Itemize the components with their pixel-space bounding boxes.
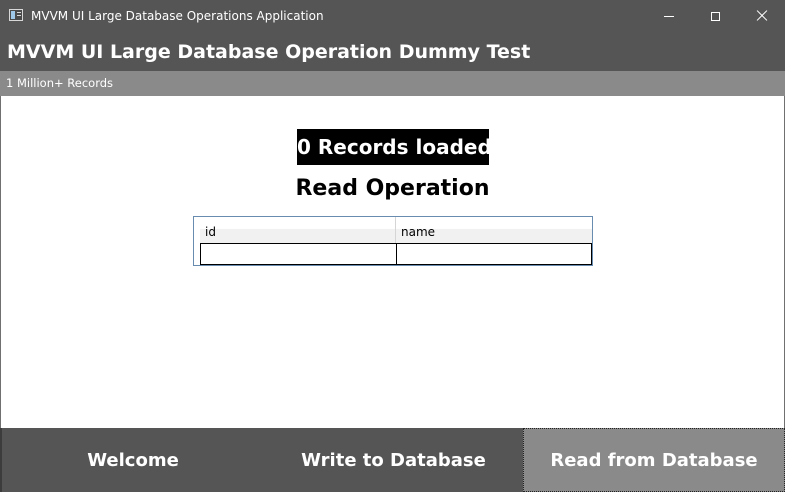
welcome-button[interactable]: Welcome	[0, 428, 264, 492]
read-from-database-button[interactable]: Read from Database	[523, 428, 785, 492]
minimize-button[interactable]	[646, 0, 692, 32]
app-title: MVVM UI Large Database Operation Dummy T…	[7, 41, 531, 63]
app-window-icon	[9, 9, 23, 21]
app-header: MVVM UI Large Database Operation Dummy T…	[0, 32, 785, 71]
records-data-grid[interactable]: id name	[193, 216, 593, 266]
maximize-icon	[710, 11, 720, 21]
column-header-id[interactable]: id	[200, 217, 396, 243]
maximize-button[interactable]	[692, 0, 738, 32]
grid-header: id name	[194, 217, 592, 243]
write-to-database-button[interactable]: Write to Database	[264, 428, 523, 492]
cell-divider	[396, 244, 397, 264]
close-icon	[756, 10, 768, 22]
table-row[interactable]	[200, 243, 592, 265]
minimize-icon	[664, 15, 674, 17]
close-button[interactable]	[739, 0, 785, 32]
window-title: MVVM UI Large Database Operations Applic…	[31, 9, 324, 23]
sub-header: 1 Million+ Records	[0, 71, 785, 96]
window-titlebar[interactable]: MVVM UI Large Database Operations Applic…	[0, 0, 785, 32]
records-loaded-status: 0 Records loaded.	[297, 129, 499, 165]
column-header-name[interactable]: name	[396, 217, 592, 243]
records-count-subtitle: 1 Million+ Records	[6, 76, 114, 90]
page-title: Read Operation	[295, 176, 490, 201]
